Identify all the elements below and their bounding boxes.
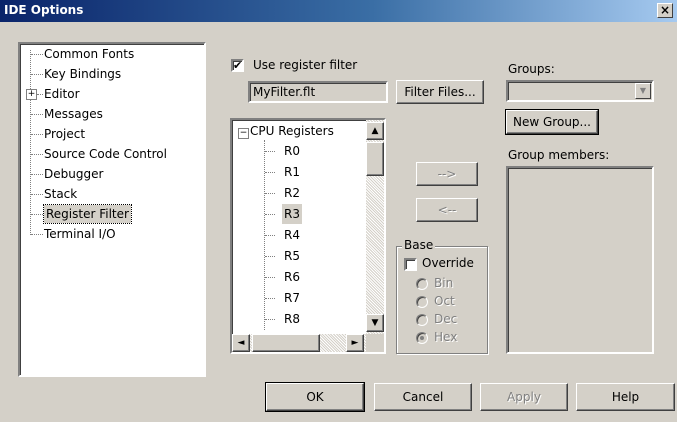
group-members-list[interactable] (506, 166, 654, 354)
override-checkbox[interactable] (404, 258, 417, 271)
radio-hex-label: Hex (434, 330, 458, 344)
radio-bin-label: Bin (434, 276, 454, 290)
register-item-r1[interactable]: R1 (284, 162, 300, 182)
ok-button[interactable]: OK (265, 382, 365, 412)
tree-branch (265, 256, 275, 257)
tree-item-source-code-control[interactable]: Source Code Control (44, 145, 167, 163)
register-root[interactable]: CPU Registers (250, 121, 334, 141)
register-item-r7[interactable]: R7 (284, 288, 300, 308)
horizontal-scroll-thumb[interactable] (252, 334, 320, 352)
help-button[interactable]: Help (576, 383, 675, 411)
filter-files-button[interactable]: Filter Files... (396, 80, 484, 104)
tree-branch (265, 235, 275, 236)
window-title: IDE Options (4, 3, 84, 17)
collapse-icon[interactable]: − (238, 128, 249, 139)
base-group-label: Base (402, 237, 436, 253)
register-item-r4[interactable]: R4 (284, 225, 300, 245)
tree-item-terminal-io[interactable]: Terminal I/O (44, 225, 116, 243)
tree-branch (265, 193, 275, 194)
register-item-r3[interactable]: R3 (282, 204, 302, 224)
tree-connector (30, 50, 31, 235)
tree-branch (37, 94, 43, 95)
tree-item-stack[interactable]: Stack (44, 185, 77, 203)
scroll-right-button[interactable]: ► (346, 334, 364, 352)
group-members-label: Group members: (508, 148, 610, 162)
scroll-left-button[interactable]: ◄ (232, 334, 250, 352)
register-item-r0[interactable]: R0 (284, 141, 300, 161)
scroll-down-button[interactable]: ▼ (366, 314, 384, 332)
add-register-button[interactable]: --> (416, 162, 478, 186)
tree-branch (265, 214, 275, 215)
tree-branch (31, 194, 43, 195)
remove-register-button[interactable]: <-- (416, 198, 478, 222)
close-button[interactable]: × (657, 3, 673, 18)
groups-label: Groups: (508, 62, 555, 76)
tree-item-editor[interactable]: Editor (44, 85, 80, 103)
tree-item-register-filter[interactable]: Register Filter (43, 204, 132, 224)
override-label: Override (422, 256, 474, 270)
tree-branch (31, 214, 43, 215)
radio-dec-label: Dec (434, 312, 458, 326)
new-group-button[interactable]: New Group... (505, 109, 599, 135)
apply-button[interactable]: Apply (480, 383, 568, 411)
expand-icon[interactable]: + (26, 89, 37, 100)
tree-branch (31, 74, 43, 75)
register-item-r8[interactable]: R8 (284, 309, 300, 329)
tree-item-key-bindings[interactable]: Key Bindings (44, 65, 121, 83)
use-register-filter-checkbox[interactable]: ✔ (231, 59, 244, 72)
use-register-filter-label: Use register filter (253, 58, 358, 72)
register-item-r2[interactable]: R2 (284, 183, 300, 203)
tree-branch (31, 174, 43, 175)
scroll-up-button[interactable]: ▲ (366, 122, 384, 140)
register-tree[interactable]: − CPU Registers R0 R1 R2 R3 R4 R5 R6 R7 … (230, 118, 386, 354)
tree-branch (265, 277, 275, 278)
title-bar (0, 0, 677, 22)
tree-item-project[interactable]: Project (44, 125, 85, 143)
tree-branch (31, 134, 43, 135)
tree-branch (265, 172, 275, 173)
radio-hex[interactable] (416, 332, 428, 344)
cancel-button[interactable]: Cancel (374, 383, 472, 411)
radio-dec[interactable] (416, 314, 428, 326)
category-tree[interactable]: Common Fonts Key Bindings + Editor Messa… (18, 42, 206, 377)
register-item-r5[interactable]: R5 (284, 246, 300, 266)
dropdown-arrow-icon[interactable]: ▼ (635, 83, 651, 99)
filter-file-field[interactable]: MyFilter.flt (248, 81, 388, 103)
tree-branch (265, 319, 275, 320)
radio-oct-label: Oct (434, 294, 455, 308)
tree-branch (31, 54, 43, 55)
tree-branch (31, 154, 43, 155)
vertical-scroll-thumb[interactable] (366, 142, 384, 176)
radio-oct[interactable] (416, 296, 428, 308)
tree-item-debugger[interactable]: Debugger (44, 165, 103, 183)
scrollbar-corner (366, 334, 384, 352)
tree-branch (265, 298, 275, 299)
radio-bin[interactable] (416, 278, 428, 290)
tree-branch (265, 151, 275, 152)
tree-item-common-fonts[interactable]: Common Fonts (44, 45, 134, 63)
tree-branch (31, 234, 43, 235)
register-item-r6[interactable]: R6 (284, 267, 300, 287)
groups-dropdown[interactable]: ▼ (506, 80, 654, 102)
tree-branch (31, 114, 43, 115)
tree-item-messages[interactable]: Messages (44, 105, 103, 123)
